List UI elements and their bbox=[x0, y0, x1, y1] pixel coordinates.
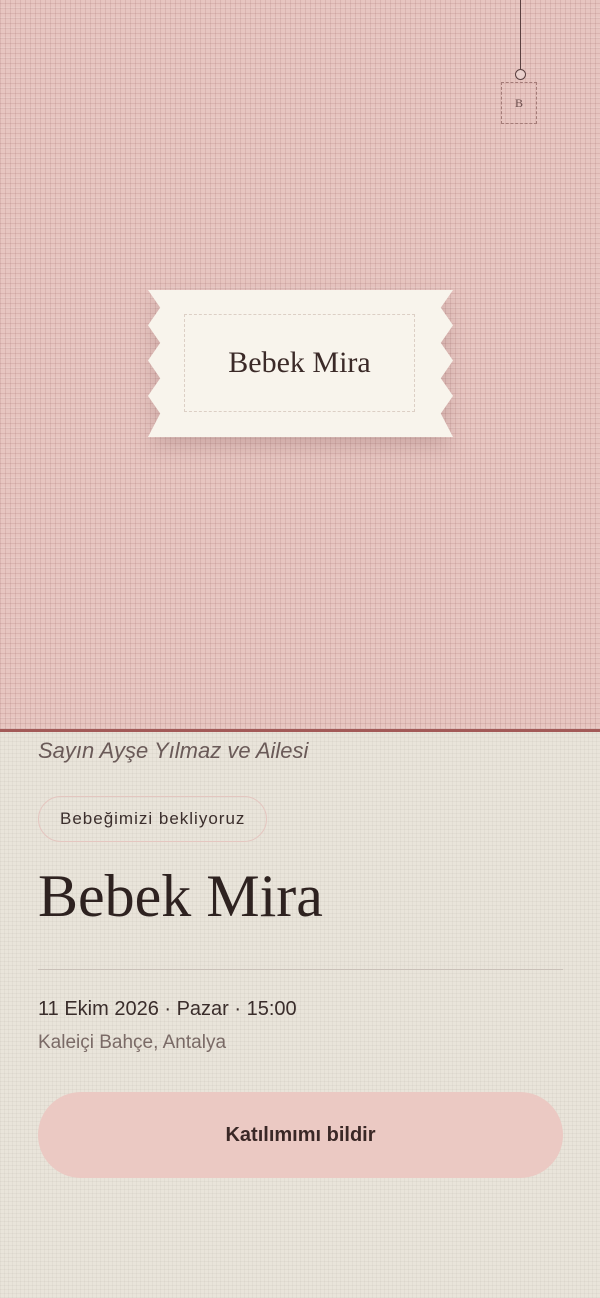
hanging-tag: B bbox=[501, 82, 537, 124]
tag-ring bbox=[515, 69, 526, 80]
section-divider bbox=[38, 969, 563, 970]
tag-string bbox=[520, 0, 521, 70]
status-badge: Bebeğimizi bekliyoruz bbox=[38, 796, 268, 842]
event-location: Kaleiçi Bahçe, Antalya bbox=[38, 1032, 227, 1053]
baby-name-title: Bebek Mira bbox=[38, 863, 323, 929]
rsvp-button[interactable]: Katılımımı bildir bbox=[38, 1092, 563, 1178]
greeting-text: Sayın Ayşe Yılmaz ve Ailesi bbox=[38, 738, 309, 763]
label-text: Bebek Mira bbox=[184, 314, 415, 412]
tag-letter: B bbox=[514, 95, 523, 110]
name-label: Bebek Mira bbox=[148, 290, 453, 437]
event-datetime: 11 Ekim 2026 · Pazar · 15:00 bbox=[38, 998, 297, 1020]
hero-section: B Bebek Mira bbox=[0, 0, 600, 729]
invitation-details: Sayın Ayşe Yılmaz ve Ailesi Bebeğimizi b… bbox=[0, 732, 600, 1298]
